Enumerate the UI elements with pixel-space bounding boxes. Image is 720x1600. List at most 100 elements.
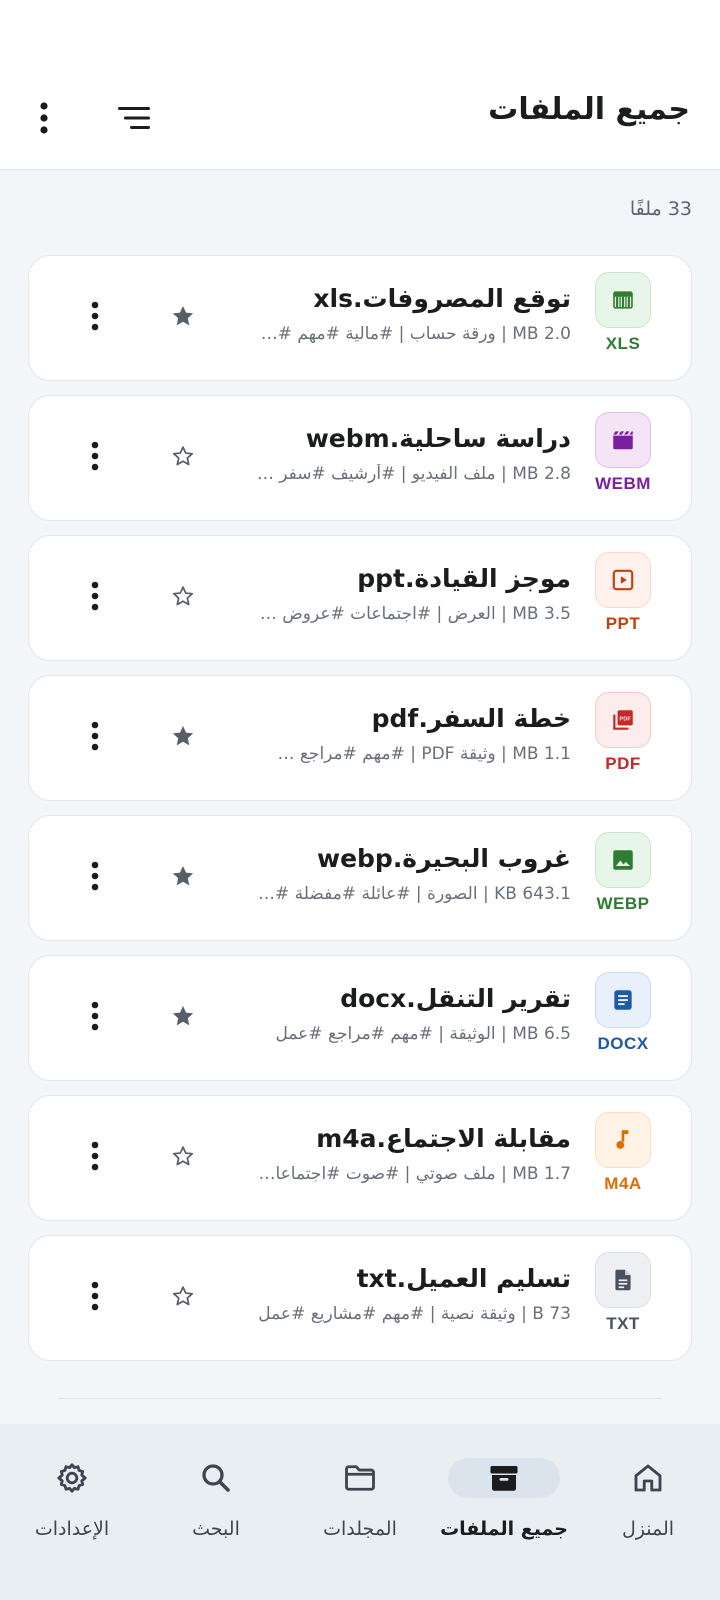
- search-icon: [198, 1460, 234, 1496]
- file-options-button[interactable]: [79, 720, 111, 752]
- file-type-badge: [595, 412, 651, 468]
- file-options-button[interactable]: [79, 860, 111, 892]
- favorite-button[interactable]: [167, 720, 199, 752]
- favorite-button[interactable]: [167, 860, 199, 892]
- presentation-icon: [610, 567, 636, 593]
- file-meta: 1.1 MB | وثيقة PDF | #مهم #مراجع …: [277, 744, 571, 764]
- file-card[interactable]: XLS توقع المصروفات.xls 2.0 MB | ورقة حسا…: [28, 255, 692, 381]
- page-title: جميع الملفات: [488, 92, 690, 127]
- star-outline-icon: [170, 583, 196, 609]
- file-type-badge: [595, 1252, 651, 1308]
- nav-indicator: [182, 1458, 250, 1498]
- file-card[interactable]: M4A مقابلة الاجتماع.m4a 1.7 MB | ملف صوت…: [28, 1095, 692, 1221]
- file-type-label: PDF: [605, 754, 641, 773]
- nav-label: المجلدات: [323, 1518, 397, 1540]
- file-card[interactable]: DOCX تقرير التنقل.docx 6.5 MB | الوثيقة …: [28, 955, 692, 1081]
- more-vert-icon: [90, 861, 100, 891]
- file-type-badge: [595, 832, 651, 888]
- nav-indicator: [448, 1458, 560, 1498]
- star-filled-icon: [170, 303, 196, 329]
- file-name: تسليم العميل.txt: [356, 1264, 571, 1293]
- star-filled-icon: [170, 723, 196, 749]
- nav-indicator: [614, 1458, 682, 1498]
- file-name: موجز القيادة.ppt: [357, 564, 571, 593]
- file-options-button[interactable]: [79, 300, 111, 332]
- more-vert-icon: [90, 581, 100, 611]
- file-card[interactable]: WEBP غروب البحيرة.webp 643.1 KB | الصورة…: [28, 815, 692, 941]
- file-type-badge: [595, 272, 651, 328]
- file-type-badge: PDF: [595, 692, 651, 748]
- image-icon: [610, 847, 636, 873]
- file-type-label: PPT: [605, 614, 641, 633]
- file-type-label: TXT: [606, 1314, 640, 1333]
- favorite-button[interactable]: [167, 1280, 199, 1312]
- video-icon: [610, 427, 636, 453]
- svg-text:PDF: PDF: [620, 716, 632, 722]
- nav-item-home[interactable]: المنزل: [576, 1424, 720, 1600]
- more-vert-icon: [40, 102, 48, 134]
- file-type-label: DOCX: [597, 1034, 649, 1053]
- file-name: خطة السفر.pdf: [371, 704, 571, 733]
- favorite-button[interactable]: [167, 1140, 199, 1172]
- file-meta: 2.8 MB | ملف الفيديو | #أرشيف #سفر …: [256, 464, 571, 484]
- nav-item-folder[interactable]: المجلدات: [288, 1424, 432, 1600]
- list-divider: [58, 1398, 662, 1399]
- nav-item-search[interactable]: البحث: [144, 1424, 288, 1600]
- nav-label: الإعدادات: [34, 1518, 110, 1540]
- nav-indicator: [326, 1458, 394, 1498]
- file-options-button[interactable]: [79, 580, 111, 612]
- file-options-button[interactable]: [79, 1140, 111, 1172]
- home-icon: [630, 1460, 666, 1496]
- file-card[interactable]: WEBM دراسة ساحلية.webm 2.8 MB | ملف الفي…: [28, 395, 692, 521]
- file-meta: 643.1 KB | الصورة | #عائلة #مفضلة #…: [257, 884, 571, 904]
- file-type-label: WEBP: [596, 894, 650, 913]
- file-meta: 73 B | وثيقة نصية | #مهم #مشاريع #عمل: [258, 1304, 571, 1324]
- file-card[interactable]: PDF PDF خطة السفر.pdf 1.1 MB | وثيقة PDF…: [28, 675, 692, 801]
- archive-icon: [486, 1460, 522, 1496]
- file-options-button[interactable]: [79, 1000, 111, 1032]
- star-filled-icon: [170, 863, 196, 889]
- favorite-button[interactable]: [167, 300, 199, 332]
- nav-label: المنزل: [621, 1518, 675, 1540]
- file-meta: 3.5 MB | العرض | #اجتماعات #عروض …: [259, 604, 571, 624]
- folder-icon: [342, 1460, 378, 1496]
- nav-item-settings[interactable]: الإعدادات: [0, 1424, 144, 1600]
- top-app-bar: جميع الملفات: [0, 0, 720, 170]
- file-meta: 1.7 MB | ملف صوتي | #صوت #اجتماعا…: [258, 1164, 571, 1184]
- file-name: دراسة ساحلية.webm: [305, 424, 571, 453]
- nav-label: جميع الملفات: [440, 1518, 568, 1540]
- more-vert-icon: [90, 441, 100, 471]
- text-file-icon: [610, 1267, 636, 1293]
- star-filled-icon: [170, 1003, 196, 1029]
- favorite-button[interactable]: [167, 580, 199, 612]
- sort-icon: [118, 107, 150, 129]
- sort-button[interactable]: [112, 96, 156, 140]
- file-options-button[interactable]: [79, 440, 111, 472]
- file-type-label: M4A: [604, 1174, 642, 1193]
- file-card[interactable]: TXT تسليم العميل.txt 73 B | وثيقة نصية |…: [28, 1235, 692, 1361]
- file-meta: 6.5 MB | الوثيقة | #مهم #مراجع #عمل: [275, 1024, 571, 1044]
- file-card[interactable]: PPT موجز القيادة.ppt 3.5 MB | العرض | #ا…: [28, 535, 692, 661]
- file-type-label: XLS: [605, 334, 641, 353]
- star-outline-icon: [170, 443, 196, 469]
- more-vert-icon: [90, 1141, 100, 1171]
- nav-item-archive[interactable]: جميع الملفات: [432, 1424, 576, 1600]
- star-outline-icon: [170, 1143, 196, 1169]
- file-name: توقع المصروفات.xls: [313, 284, 571, 313]
- more-vert-icon: [90, 1281, 100, 1311]
- more-vert-icon: [90, 721, 100, 751]
- file-type-badge: [595, 552, 651, 608]
- file-meta: 2.0 MB | ورقة حساب | #مالية #مهم #…: [260, 324, 571, 344]
- file-options-button[interactable]: [79, 1280, 111, 1312]
- more-vert-icon: [90, 301, 100, 331]
- settings-icon: [54, 1460, 90, 1496]
- pdf-icon: PDF: [610, 707, 636, 733]
- more-options-button[interactable]: [22, 96, 66, 140]
- star-outline-icon: [170, 1283, 196, 1309]
- file-type-badge: [595, 1112, 651, 1168]
- favorite-button[interactable]: [167, 440, 199, 472]
- favorite-button[interactable]: [167, 1000, 199, 1032]
- file-name: مقابلة الاجتماع.m4a: [316, 1124, 571, 1153]
- file-count: 33 ملفًا: [629, 198, 692, 220]
- file-type-label: WEBM: [595, 474, 651, 493]
